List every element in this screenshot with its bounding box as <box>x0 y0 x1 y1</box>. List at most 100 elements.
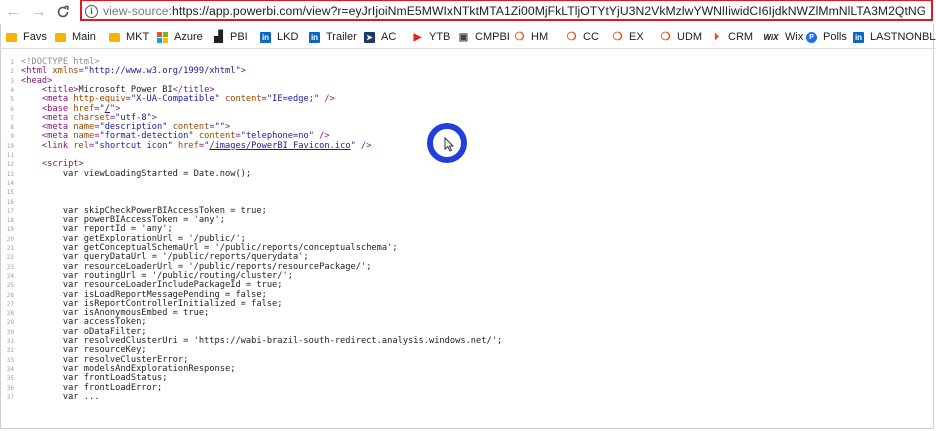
source-line: 37 var ... <box>0 392 930 402</box>
ring-icon: ❍ <box>514 30 525 43</box>
line-number: 5 <box>10 96 14 104</box>
bookmark-label: CRM <box>728 31 754 43</box>
source-token: "http://www.w3.org/1999/xhtml" <box>83 66 241 77</box>
source-line: 15 <box>0 188 930 197</box>
source-token: "X-UA-Compatible" <box>130 94 220 105</box>
reload-icon[interactable] <box>54 3 72 21</box>
line-number: 8 <box>10 124 14 132</box>
bookmark-favs[interactable]: Favs <box>6 27 47 47</box>
line-number: 27 <box>6 300 14 308</box>
bookmark-label: LKD <box>277 31 299 43</box>
bookmarks-bar: Favs Main MKT Azure ▟ PBI in LKD in Trailer ➤ AC ▶ YT… <box>0 27 936 47</box>
toolbar-divider <box>0 48 936 49</box>
line-number: 4 <box>10 86 14 94</box>
source-token: href <box>177 140 199 151</box>
source-link[interactable]: /images/PowerBI_Favicon.ico <box>209 141 350 151</box>
source-token: /> <box>355 140 372 151</box>
bookmark-azure[interactable]: Azure <box>157 27 203 47</box>
bookmark-trailer[interactable]: in Trailer <box>309 27 357 47</box>
bookmark-label: UDM <box>677 31 703 43</box>
source-token: xmlns <box>52 66 79 77</box>
source-token: /> <box>319 94 335 105</box>
bookmark-hm[interactable]: ❍ HM <box>514 27 549 47</box>
line-number: 2 <box>10 68 14 76</box>
line-number: 22 <box>6 254 14 262</box>
bookmark-pbi[interactable]: ▟ PBI <box>213 27 248 47</box>
line-number: 36 <box>6 384 14 392</box>
source-token: rel <box>73 140 90 151</box>
line-number: 21 <box>6 245 14 252</box>
bookmark-ac[interactable]: ➤ AC <box>364 27 396 47</box>
bookmark-label: Favs <box>23 31 47 43</box>
linkedin-icon: in <box>853 31 864 43</box>
line-number: 19 <box>6 226 14 234</box>
source-line: 36 var frontLoadError; <box>0 383 930 393</box>
bookmark-label: AC <box>381 31 397 43</box>
address-bar-row: ← → i view-source:https://app.powerbi.co… <box>0 0 936 24</box>
bar-chart-icon: ▟ <box>214 30 223 43</box>
line-number: 15 <box>6 189 14 197</box>
line-number: 10 <box>6 142 14 150</box>
folder-icon <box>55 32 66 42</box>
bookmark-ytb[interactable]: ▶ YTB <box>412 27 451 47</box>
line-number: 20 <box>6 235 14 243</box>
bookmark-label: YTB <box>429 31 451 43</box>
bookmark-cc[interactable]: ❍ CC <box>566 27 599 47</box>
ring-icon: ❍ <box>612 30 623 43</box>
polls-icon: P <box>806 31 817 43</box>
crm-icon: ⏵ <box>714 31 719 43</box>
bookmark-wix[interactable]: WiX Wix <box>763 27 803 47</box>
source-token: var viewLoadingStarted = Date.now(); <box>21 168 252 179</box>
source-line: 11 <box>0 151 930 160</box>
bookmark-label: EX <box>629 31 644 43</box>
bookmark-lastnonblan[interactable]: in LASTNONBLAN <box>853 27 936 47</box>
line-number: 12 <box>6 161 14 169</box>
bookmark-cmpbi[interactable]: ▣ CMPBI <box>458 27 510 47</box>
bookmark-udm[interactable]: ❍ UDM <box>660 27 703 47</box>
line-number: 11 <box>6 152 14 159</box>
bookmark-crm[interactable]: ⏵ CRM <box>711 27 753 47</box>
bookmark-label: Azure <box>174 31 203 43</box>
bookmark-label: Wix <box>785 31 804 43</box>
bookmark-label: Main <box>72 31 96 43</box>
forward-arrow-icon[interactable]: → <box>30 3 48 21</box>
line-number: 29 <box>6 319 14 327</box>
line-number: 17 <box>6 207 14 215</box>
line-number: 16 <box>6 198 14 206</box>
line-number: 23 <box>6 263 14 271</box>
line-code: <html xmlns="http://www.w3.org/1999/xhtm… <box>21 67 246 76</box>
bookmark-label: Trailer <box>326 31 357 43</box>
source-token: "IE=edge;" <box>266 94 320 105</box>
line-code: <link rel="shortcut icon" href="/images/… <box>21 140 372 151</box>
source-token: content <box>225 94 262 105</box>
source-token <box>21 141 42 151</box>
line-number: 32 <box>6 347 14 355</box>
line-number: 25 <box>6 282 14 290</box>
mouse-pointer-icon <box>444 137 455 152</box>
source-token: <link <box>41 140 74 151</box>
line-number: 34 <box>6 365 14 373</box>
line-number: 31 <box>6 338 14 345</box>
bookmark-label: PBI <box>230 31 248 43</box>
windows-logo-icon <box>157 31 168 43</box>
line-number: 24 <box>6 272 14 280</box>
line-code: var viewLoadingStarted = Date.now(); <box>21 168 252 179</box>
bookmark-main[interactable]: Main <box>55 27 96 47</box>
source-line: 13 var viewLoadingStarted = Date.now(); <box>0 168 930 179</box>
bookmark-ex[interactable]: ❍ EX <box>612 27 644 47</box>
bookmark-polls[interactable]: P Polls <box>806 27 847 47</box>
source-token: > <box>240 66 246 77</box>
source-line: 14 <box>0 179 930 188</box>
line-number: 37 <box>6 393 14 401</box>
folder-icon <box>6 32 17 42</box>
line-number: 6 <box>10 105 14 113</box>
bookmark-mkt[interactable]: MKT <box>109 27 149 47</box>
bookmark-label: CC <box>583 31 599 43</box>
back-arrow-icon[interactable]: ← <box>4 3 22 21</box>
page-source-view: 1 <!DOCTYPE html> 2 <html xmlns="http://www… <box>0 56 934 429</box>
youtube-icon: ▶ <box>413 31 422 43</box>
cmpbi-icon: ▣ <box>458 31 469 43</box>
line-number: 7 <box>10 114 14 122</box>
wix-icon: WiX <box>763 32 779 42</box>
bookmark-lkd[interactable]: in LKD <box>260 27 298 47</box>
